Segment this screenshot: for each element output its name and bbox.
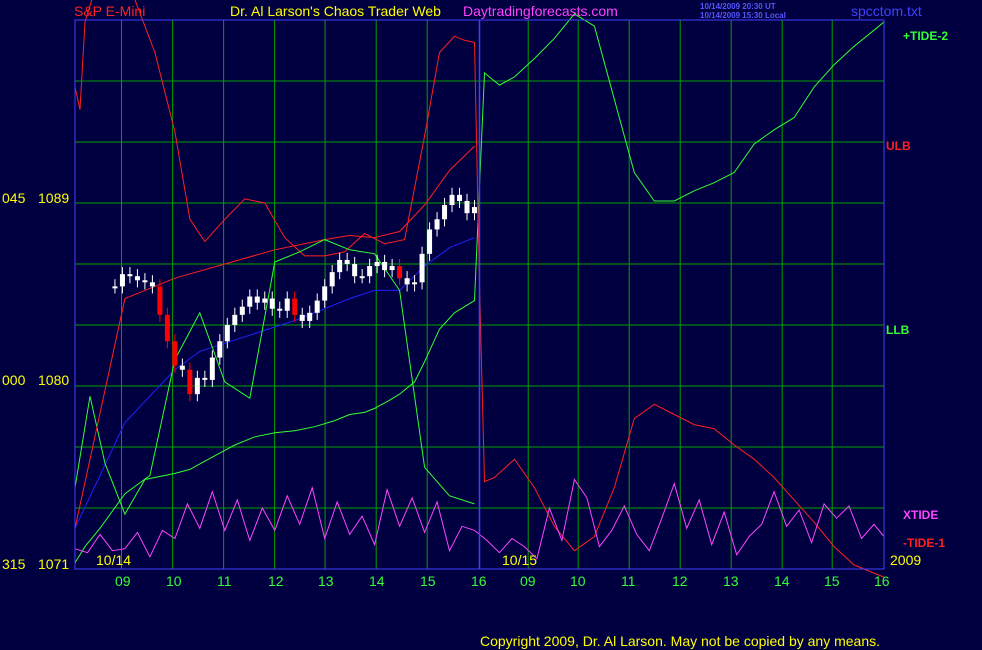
hour-label: 15 bbox=[824, 573, 840, 589]
price-bar bbox=[412, 282, 418, 285]
chaos-trader-chart bbox=[0, 0, 982, 650]
price-bar bbox=[119, 274, 125, 287]
y-label-code-1089: 045 bbox=[2, 190, 26, 206]
price-bar bbox=[314, 300, 320, 313]
hour-label: 12 bbox=[672, 573, 688, 589]
y-label-value-1080: 1080 bbox=[38, 372, 70, 388]
price-bar bbox=[127, 274, 133, 277]
copyright-notice: Copyright 2009, Dr. Al Larson. May not b… bbox=[480, 633, 881, 649]
price-bar bbox=[112, 286, 118, 289]
hour-label: 11 bbox=[621, 573, 636, 589]
price-bar bbox=[172, 341, 178, 366]
y-label-value-1071: 1071 bbox=[38, 556, 70, 572]
chart-title: Dr. Al Larson's Chaos Trader Web bbox=[230, 3, 441, 19]
price-bar bbox=[134, 276, 140, 281]
price-bar bbox=[344, 259, 350, 264]
timestamp-utc: 10/14/2009 20:30 UT bbox=[700, 2, 776, 11]
band-label-llb: LLB bbox=[886, 323, 910, 337]
price-bar bbox=[292, 298, 298, 315]
price-bar bbox=[254, 296, 260, 303]
band-label-xtide: XTIDE bbox=[903, 508, 939, 522]
hour-label: 16 bbox=[471, 573, 487, 589]
price-bar bbox=[374, 261, 380, 267]
hour-label: 12 bbox=[268, 573, 284, 589]
hour-label: 13 bbox=[318, 573, 334, 589]
hour-label: 09 bbox=[520, 573, 536, 589]
year-label: 2009 bbox=[890, 552, 922, 568]
hour-label: 16 bbox=[874, 573, 890, 589]
hour-label: 13 bbox=[723, 573, 739, 589]
y-label-value-1089: 1089 bbox=[38, 190, 70, 206]
price-bar bbox=[329, 272, 335, 287]
hour-label: 14 bbox=[369, 573, 385, 589]
date-label-day2: 10/15 bbox=[502, 552, 538, 568]
timestamp-local: 10/14/2009 15:30 Local bbox=[700, 11, 786, 20]
price-bar bbox=[389, 266, 395, 271]
price-bar bbox=[359, 276, 365, 279]
hour-label: 09 bbox=[115, 573, 131, 589]
price-bar bbox=[352, 264, 358, 277]
band-label-tide1: -TIDE-1 bbox=[903, 536, 945, 550]
price-bar bbox=[157, 286, 163, 315]
hour-label: 11 bbox=[217, 573, 232, 589]
price-bar bbox=[419, 253, 425, 283]
date-label-day1: 10/14 bbox=[96, 552, 132, 568]
price-bar bbox=[239, 306, 245, 315]
price-bar bbox=[434, 219, 440, 230]
y-label-code-1071: 315 bbox=[2, 556, 26, 572]
price-bar bbox=[247, 296, 253, 307]
price-bar bbox=[337, 259, 343, 273]
price-bar bbox=[322, 286, 328, 301]
site-name[interactable]: Daytradingforecasts.com bbox=[463, 3, 618, 19]
price-bar bbox=[269, 298, 275, 309]
price-bar bbox=[472, 207, 478, 214]
band-label-tide2: +TIDE-2 bbox=[903, 29, 949, 43]
price-bar bbox=[217, 341, 223, 358]
price-bar bbox=[187, 369, 193, 395]
price-bar bbox=[179, 365, 185, 370]
symbol-label: S&P E-Mini bbox=[74, 3, 146, 19]
hour-label: 10 bbox=[570, 573, 586, 589]
price-bar bbox=[307, 312, 313, 321]
data-file-name: spcctom.txt bbox=[851, 3, 922, 19]
price-bar bbox=[457, 194, 463, 201]
price-bar bbox=[367, 266, 373, 277]
price-bar bbox=[299, 314, 305, 321]
price-bar bbox=[427, 229, 433, 254]
price-bar bbox=[224, 325, 230, 342]
price-bar bbox=[404, 278, 410, 285]
y-label-code-1080: 000 bbox=[2, 372, 26, 388]
band-label-ulb: ULB bbox=[886, 139, 911, 153]
price-bar bbox=[202, 377, 208, 380]
hour-label: 10 bbox=[166, 573, 182, 589]
price-bar bbox=[277, 308, 283, 311]
price-bar bbox=[164, 314, 170, 342]
price-bar bbox=[464, 200, 470, 214]
price-bar bbox=[397, 266, 403, 279]
hour-label: 14 bbox=[774, 573, 790, 589]
price-bar bbox=[262, 298, 268, 303]
price-bar bbox=[284, 298, 290, 311]
price-bar bbox=[449, 194, 455, 206]
price-bar bbox=[382, 261, 388, 271]
price-bar bbox=[232, 314, 238, 325]
price-bar bbox=[194, 377, 200, 395]
price-bar bbox=[149, 282, 155, 287]
price-bar bbox=[142, 280, 148, 283]
hour-label: 15 bbox=[420, 573, 436, 589]
price-bar bbox=[442, 205, 448, 220]
price-bar bbox=[209, 357, 215, 380]
